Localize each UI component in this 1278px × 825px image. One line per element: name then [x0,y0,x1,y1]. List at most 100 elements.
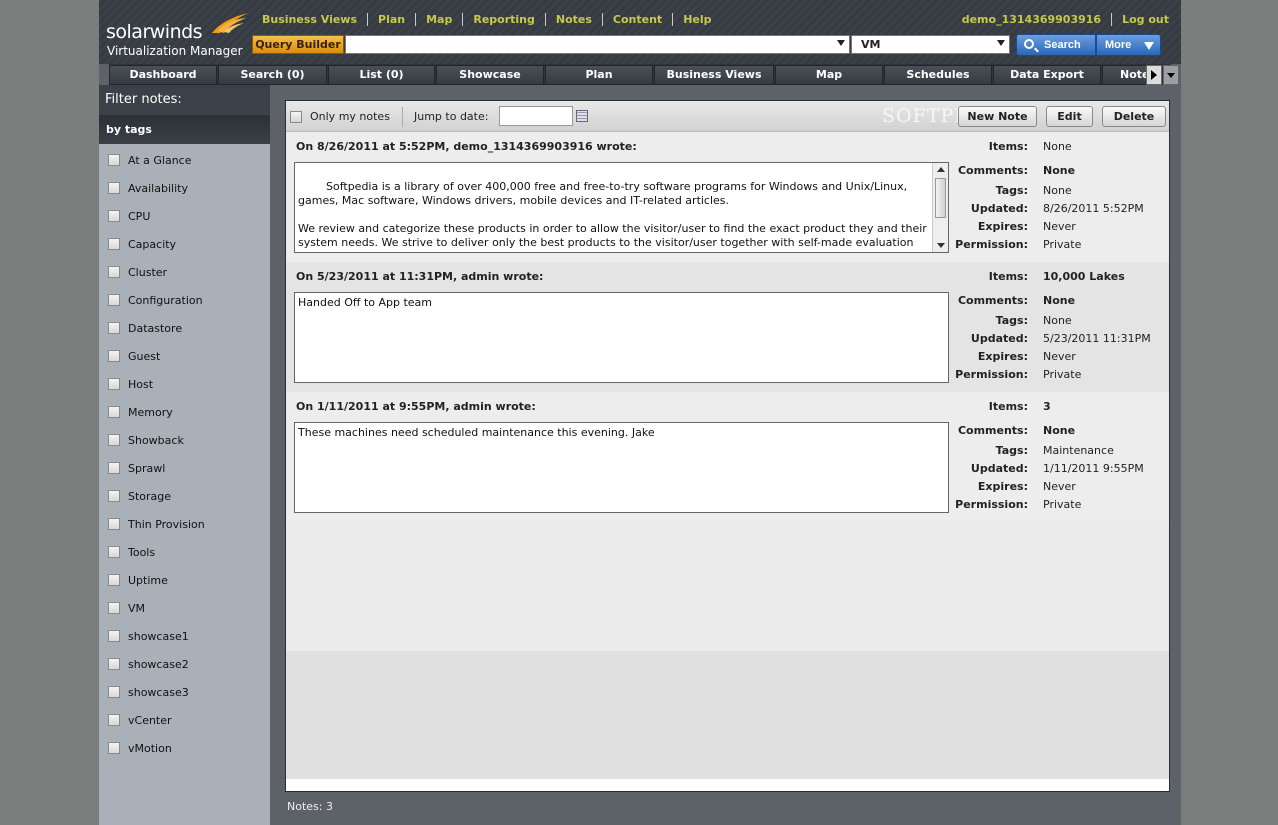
tab-notes[interactable]: Notes [1102,65,1148,85]
checkbox[interactable] [108,434,120,446]
checkbox[interactable] [108,546,120,558]
topnav-content[interactable]: Content [613,13,662,26]
checkbox[interactable] [108,602,120,614]
more-button[interactable]: More [1096,34,1161,56]
calendar-icon[interactable] [576,110,588,122]
scroll-up-icon[interactable] [937,167,945,172]
edit-button[interactable]: Edit [1046,106,1093,127]
tag-filter-item[interactable]: Sprawl [108,460,165,476]
note-scrollbar[interactable] [932,163,948,252]
comments-value[interactable]: None [1043,424,1075,437]
checkbox[interactable] [108,350,120,362]
topnav-plan[interactable]: Plan [378,13,405,26]
checkbox[interactable] [108,630,120,642]
delete-button[interactable]: Delete [1102,106,1166,127]
note-body[interactable]: These machines need scheduled maintenanc… [294,422,949,513]
tag-label: Tools [128,545,156,559]
tag-filter-item[interactable]: vCenter [108,712,172,728]
logout-link[interactable]: Log out [1122,13,1169,26]
query-builder-button[interactable]: Query Builder [252,35,344,54]
tag-filter-item[interactable]: showcase1 [108,628,189,644]
checkbox[interactable] [108,742,120,754]
tab-dashboard[interactable]: Dashboard [109,65,217,85]
logo[interactable]: solarwinds Virtualization Manager [106,9,256,59]
checkbox[interactable] [108,238,120,250]
tab-showcase[interactable]: Showcase [436,65,544,85]
note-header: On 5/23/2011 at 11:31PM, admin wrote: [296,270,544,283]
tab-list[interactable]: List (0) [328,65,435,85]
checkbox[interactable] [108,574,120,586]
checkbox[interactable] [108,294,120,306]
checkbox[interactable] [108,462,120,474]
tag-filter-item[interactable]: At a Glance [108,152,192,168]
items-value[interactable]: 10,000 Lakes [1043,270,1125,283]
scroll-thumb[interactable] [935,178,946,218]
tag-filter-item[interactable]: vMotion [108,740,172,756]
tag-filter-item[interactable]: CPU [108,208,150,224]
topnav-reporting[interactable]: Reporting [473,13,535,26]
checkbox[interactable] [108,378,120,390]
checkbox[interactable] [108,490,120,502]
tag-filter-item[interactable]: Datastore [108,320,182,336]
jump-to-date-input[interactable] [499,106,573,126]
topnav-notes[interactable]: Notes [556,13,592,26]
tag-label: Host [128,377,154,391]
user-name-link[interactable]: demo_1314369903916 [962,13,1101,26]
checkbox[interactable] [108,658,120,670]
search-button[interactable]: Search [1016,34,1096,56]
checkbox[interactable] [108,518,120,530]
tab-schedules[interactable]: Schedules [884,65,992,85]
note-item[interactable]: On 1/11/2011 at 9:55PM, admin wrote: The… [286,392,1169,522]
only-my-notes-checkbox[interactable] [290,110,302,123]
items-value[interactable]: 3 [1043,400,1051,413]
tag-filter-item[interactable]: Capacity [108,236,176,252]
checkbox[interactable] [108,154,120,166]
checkbox[interactable] [108,406,120,418]
tab-scroll-right-button[interactable] [1146,65,1162,85]
tag-filter-item[interactable]: VM [108,600,145,616]
note-item[interactable]: On 5/23/2011 at 11:31PM, admin wrote: Ha… [286,262,1169,392]
tag-filter-item[interactable]: Host [108,376,153,392]
tag-filter-item[interactable]: Tools [108,544,155,560]
topnav-business-views[interactable]: Business Views [262,13,357,26]
topnav-map[interactable]: Map [426,13,452,26]
note-body-text: These machines need scheduled maintenanc… [298,426,655,439]
checkbox[interactable] [108,322,120,334]
tag-filter-item[interactable]: Cluster [108,264,167,280]
tab-plan[interactable]: Plan [545,65,653,85]
search-input[interactable] [346,36,826,53]
tag-filter-item[interactable]: showcase2 [108,656,189,672]
tag-filter-item[interactable]: Showback [108,432,184,448]
tab-business-views[interactable]: Business Views [654,65,774,85]
tag-filter-item[interactable]: Memory [108,404,173,420]
new-note-button[interactable]: New Note [958,106,1037,127]
tag-filter-item[interactable]: showcase3 [108,684,189,700]
comments-value[interactable]: None [1043,164,1075,177]
tag-filter-item[interactable]: Configuration [108,292,203,308]
only-my-notes-toggle[interactable]: Only my notes [290,110,390,123]
tab-map[interactable]: Map [775,65,883,85]
note-body[interactable]: Handed Off to App team [294,292,949,383]
tag-filter-item[interactable]: Availability [108,180,188,196]
checkbox[interactable] [108,686,120,698]
checkbox[interactable] [108,266,120,278]
note-item[interactable]: On 8/26/2011 at 5:52PM, demo_13143699039… [286,132,1169,262]
search-type-select[interactable]: VM [851,35,1010,54]
checkbox[interactable] [108,182,120,194]
tag-filter-item[interactable]: Storage [108,488,171,504]
scroll-down-icon[interactable] [937,243,945,248]
tag-filter-item[interactable]: Thin Provision [108,516,205,532]
updated-value: 1/11/2011 9:55PM [1043,462,1144,475]
checkbox[interactable] [108,210,120,222]
chevron-down-icon[interactable] [837,40,845,46]
tag-filter-item[interactable]: Guest [108,348,160,364]
topnav-help[interactable]: Help [683,13,711,26]
comments-value[interactable]: None [1043,294,1075,307]
tab-menu-button[interactable] [1163,65,1179,85]
checkbox[interactable] [108,714,120,726]
tag-filter-item[interactable]: Uptime [108,572,168,588]
tab-data-export[interactable]: Data Export [993,65,1101,85]
user-bar: demo_1314369903916 Log out [962,13,1169,26]
tab-search[interactable]: Search (0) [218,65,327,85]
note-body[interactable]: Softpedia is a library of over 400,000 f… [294,162,949,253]
